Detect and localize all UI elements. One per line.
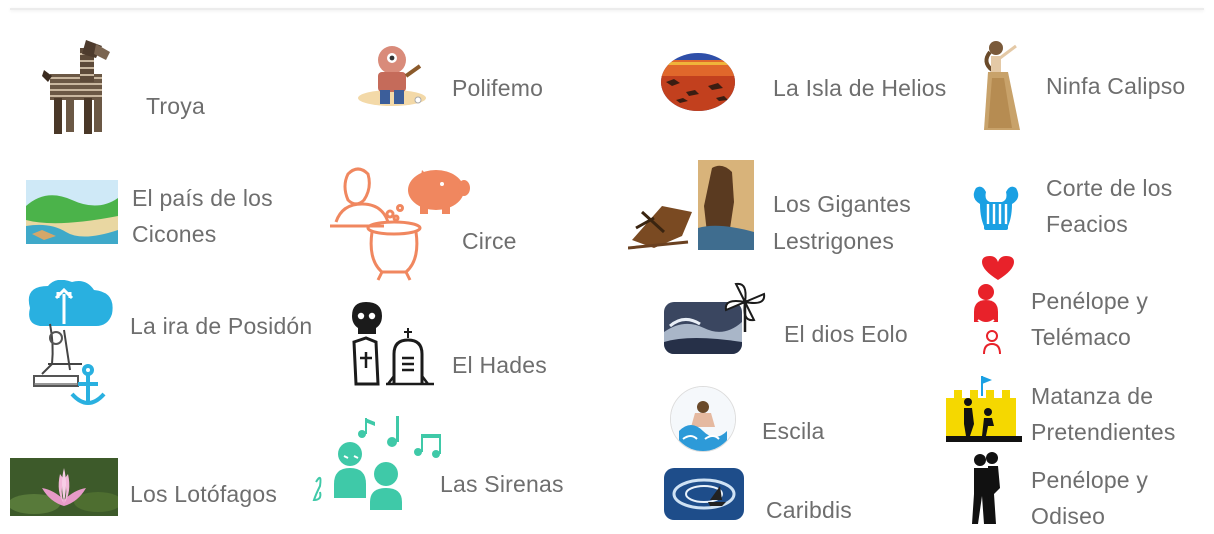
label-circe: Circe — [462, 228, 517, 254]
lyre-icon — [973, 186, 1019, 230]
pinwheel-icon — [724, 282, 766, 332]
whirlpool-ship-icon — [664, 468, 744, 520]
label-matanza-line2: Pretendientes — [1031, 419, 1176, 445]
mother-son-heart-icon — [974, 256, 1014, 355]
caribdis-image — [664, 468, 744, 520]
cicones-image — [26, 180, 118, 244]
witch-cauldron-pig-icon — [330, 167, 470, 281]
label-lotofagos: Los Lotófagos — [130, 481, 278, 507]
label-lestrigones-line2: Lestrigones — [773, 228, 895, 254]
label-helios: La Isla de Helios — [773, 75, 947, 101]
label-posidon: La ira de Posidón — [130, 313, 313, 339]
label-caribdis: Caribdis — [766, 497, 852, 523]
label-hades: El Hades — [452, 352, 547, 378]
label-sirenas: Las Sirenas — [440, 471, 564, 497]
label-polifemo: Polifemo — [452, 75, 544, 101]
label-penelope-odiseo-line1: Penélope y — [1031, 467, 1149, 493]
giant-icon — [628, 160, 754, 250]
lotus-image — [10, 458, 118, 516]
sea-monster-icon — [671, 387, 735, 451]
label-cicones-line2: Cicones — [132, 221, 217, 247]
label-lestrigones-line1: Los Gigantes — [773, 191, 911, 217]
castle-proposal-icon — [946, 376, 1022, 442]
lotus-icon — [10, 458, 118, 516]
label-matanza-line1: Matanza de — [1031, 383, 1154, 409]
singers-music-notes-icon — [312, 416, 441, 510]
label-penelope-telemaco-line1: Penélope y — [1031, 288, 1149, 314]
nymph-icon — [984, 41, 1020, 130]
skull-coffin-grave-icon — [352, 302, 434, 386]
label-feacios-line2: Feacios — [1046, 211, 1128, 237]
trojan-horse-icon — [42, 40, 110, 134]
coast-icon — [26, 180, 118, 244]
label-troya: Troya — [146, 93, 205, 119]
island-sunset-icon — [661, 53, 735, 111]
giants-image — [628, 158, 754, 256]
label-cicones-line1: El país de los — [132, 185, 273, 211]
label-calipso: Ninfa Calipso — [1046, 73, 1186, 99]
escila-image — [670, 386, 736, 452]
label-eolo: El dios Eolo — [784, 321, 908, 347]
top-divider — [10, 8, 1204, 10]
label-escila: Escila — [762, 418, 825, 444]
cyclops-icon — [358, 46, 426, 106]
poseidon-anchor-icon — [28, 280, 113, 405]
label-penelope-odiseo-line2: Odiseo — [1031, 503, 1106, 529]
label-feacios-line1: Corte de los — [1046, 175, 1173, 201]
couple-embrace-icon — [972, 452, 1000, 524]
label-penelope-telemaco-line2: Telémaco — [1031, 324, 1132, 350]
